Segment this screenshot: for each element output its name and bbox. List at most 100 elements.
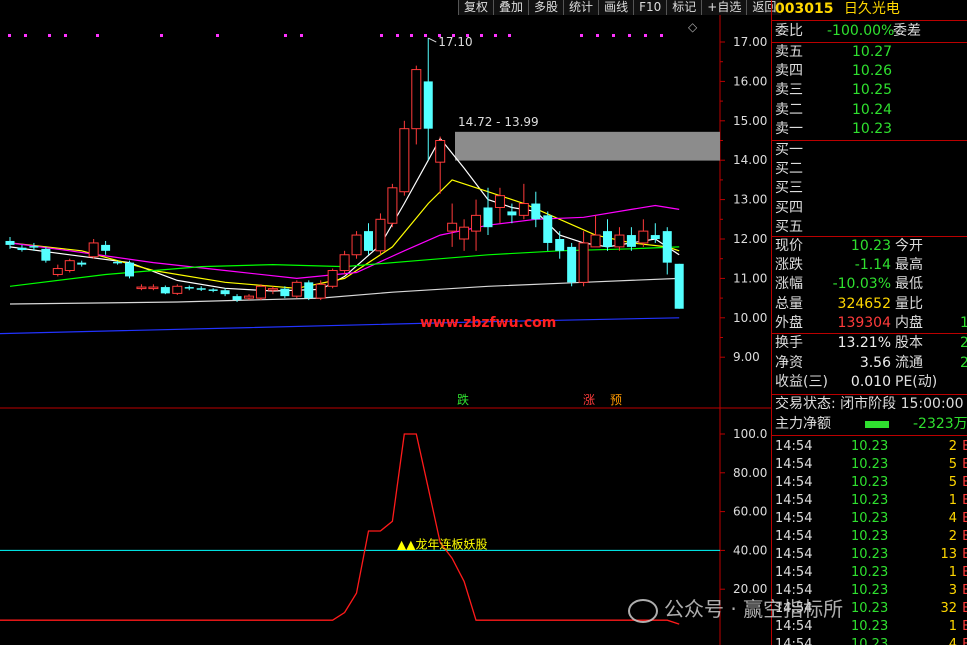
toolbar-button[interactable]: 复权 <box>458 0 494 15</box>
candle-body <box>208 289 218 291</box>
tick-price: 10.23 <box>851 439 889 454</box>
stat-row: 涨幅 -10.03% 最低 <box>775 275 967 294</box>
signal-dot <box>300 34 303 37</box>
candle-body <box>101 244 111 251</box>
y-tick-label: 11.00 <box>733 271 767 285</box>
candle <box>160 285 170 295</box>
stat-label: 净资 <box>775 354 803 371</box>
candle-body <box>304 282 314 299</box>
chart-toolbar: 复权 叠加 多股 统计 画线 F10 标记 +自选 返回 <box>458 0 782 15</box>
kline-chart[interactable]: ◇ 17.00 16.00 15.00 14.00 13.00 12.00 11.00 10.0… <box>0 0 771 645</box>
stat-label: 收益(三) <box>775 374 828 391</box>
stat-value: 3.56 <box>859 354 891 371</box>
candle-body <box>280 288 290 297</box>
candle <box>244 294 254 301</box>
ask-level: 卖四 10.26 <box>775 62 967 81</box>
tick-price: 10.23 <box>851 565 889 580</box>
candle-body <box>172 285 183 294</box>
candle <box>375 213 386 255</box>
marker-yu: 预 <box>610 393 622 407</box>
candle-body <box>483 207 493 228</box>
candle-body <box>626 235 636 247</box>
tick-volume: 32 <box>940 601 957 616</box>
bid-level-label: 买一 <box>775 142 803 158</box>
watermark: 公众号 · 赢空指标所 <box>628 593 843 623</box>
signal-dot <box>396 34 399 37</box>
toolbar-button[interactable]: 多股 <box>528 0 564 15</box>
toolbar-button[interactable]: +自选 <box>701 0 747 15</box>
ask-level-price: 10.23 <box>852 120 893 137</box>
tick-row: 14:54 10.23 5B <box>775 456 967 474</box>
stat-value: 13.21% <box>837 335 891 351</box>
weidiff-label: 委差 <box>893 23 921 39</box>
stat-label-2: 最高 <box>895 257 923 274</box>
tick-flag: B <box>962 438 967 456</box>
candle <box>125 260 134 279</box>
ask-level: 卖一 10.23 <box>775 120 967 139</box>
candle <box>64 258 75 273</box>
tick-flag: B <box>962 456 967 474</box>
y-tick-label: 15.00 <box>733 114 767 128</box>
stat-value: 10.23 <box>850 238 891 254</box>
ask-level-label: 卖三 <box>775 82 803 99</box>
y-tick-label: 12.00 <box>733 232 767 246</box>
wechat-icon <box>628 598 658 623</box>
candle <box>184 285 194 291</box>
y-tick-label: 16.00 <box>733 74 767 88</box>
toolbar-button[interactable]: F10 <box>633 0 667 15</box>
tick-price: 10.23 <box>851 547 889 562</box>
ask-level-label: 卖四 <box>775 63 803 80</box>
candle-body <box>614 234 625 248</box>
tick-volume: 1 <box>948 565 957 580</box>
signal-dot <box>284 34 287 37</box>
stat-label-2: 最低 <box>895 276 923 293</box>
tick-volume: 4 <box>948 511 957 526</box>
ind-y-tick-label: 60.00 <box>733 505 767 519</box>
candle-body <box>518 203 529 216</box>
tick-flag: B <box>962 492 967 510</box>
tick-flag: B <box>962 582 967 600</box>
toolbar-button[interactable]: 叠加 <box>493 0 529 15</box>
stat-label-2: 内盘 <box>895 314 923 331</box>
stat-row: 收益(三) 0.010 PE(动) <box>775 373 967 392</box>
toolbar-button[interactable]: 标记 <box>666 0 702 15</box>
candle-body <box>17 247 27 251</box>
tick-volume: 1 <box>948 619 957 634</box>
stat-label-2: 流通 <box>895 354 923 371</box>
candle <box>339 250 350 275</box>
tick-price: 10.23 <box>851 619 889 634</box>
candle <box>567 242 577 287</box>
candle <box>614 227 625 251</box>
signal-dot <box>64 34 67 37</box>
candle-body <box>255 285 266 299</box>
tick-row: 14:54 10.23 4B <box>775 510 967 528</box>
ask-level-price: 10.24 <box>852 101 893 118</box>
stat-label: 涨跌 <box>775 257 803 274</box>
url-watermark: www.zbzfwu.com <box>420 315 556 331</box>
stat-label: 换手 <box>775 335 803 351</box>
divider <box>772 435 967 436</box>
signal-dot <box>596 34 599 37</box>
signal-dot <box>424 34 427 37</box>
signal-label: ▲▲龙年连板妖股 <box>397 536 487 551</box>
ask-level-label: 卖五 <box>775 44 803 60</box>
toolbar-button[interactable]: 画线 <box>598 0 634 15</box>
tick-time: 14:54 <box>775 547 813 562</box>
candle <box>399 120 410 196</box>
signal-dot <box>96 34 99 37</box>
candle-body <box>578 242 589 283</box>
tick-price: 10.23 <box>851 475 889 490</box>
candle-body <box>136 286 147 290</box>
trade-state: 交易状态: 闭市阶段 15:00:00 <box>775 396 964 412</box>
tick-time: 14:54 <box>775 493 813 508</box>
tick-volume: 2 <box>948 529 957 544</box>
stock-header: 003015 日久光电 <box>775 0 900 19</box>
stat-label: 现价 <box>775 238 803 254</box>
stat-value: 139304 <box>837 314 891 331</box>
candle <box>148 284 159 291</box>
tick-volume: 2 <box>948 439 957 454</box>
resistance-zone <box>455 131 720 161</box>
toolbar-button[interactable]: 统计 <box>563 0 599 15</box>
bid-level: 买四 <box>775 199 967 218</box>
main-net-bar <box>865 421 889 428</box>
